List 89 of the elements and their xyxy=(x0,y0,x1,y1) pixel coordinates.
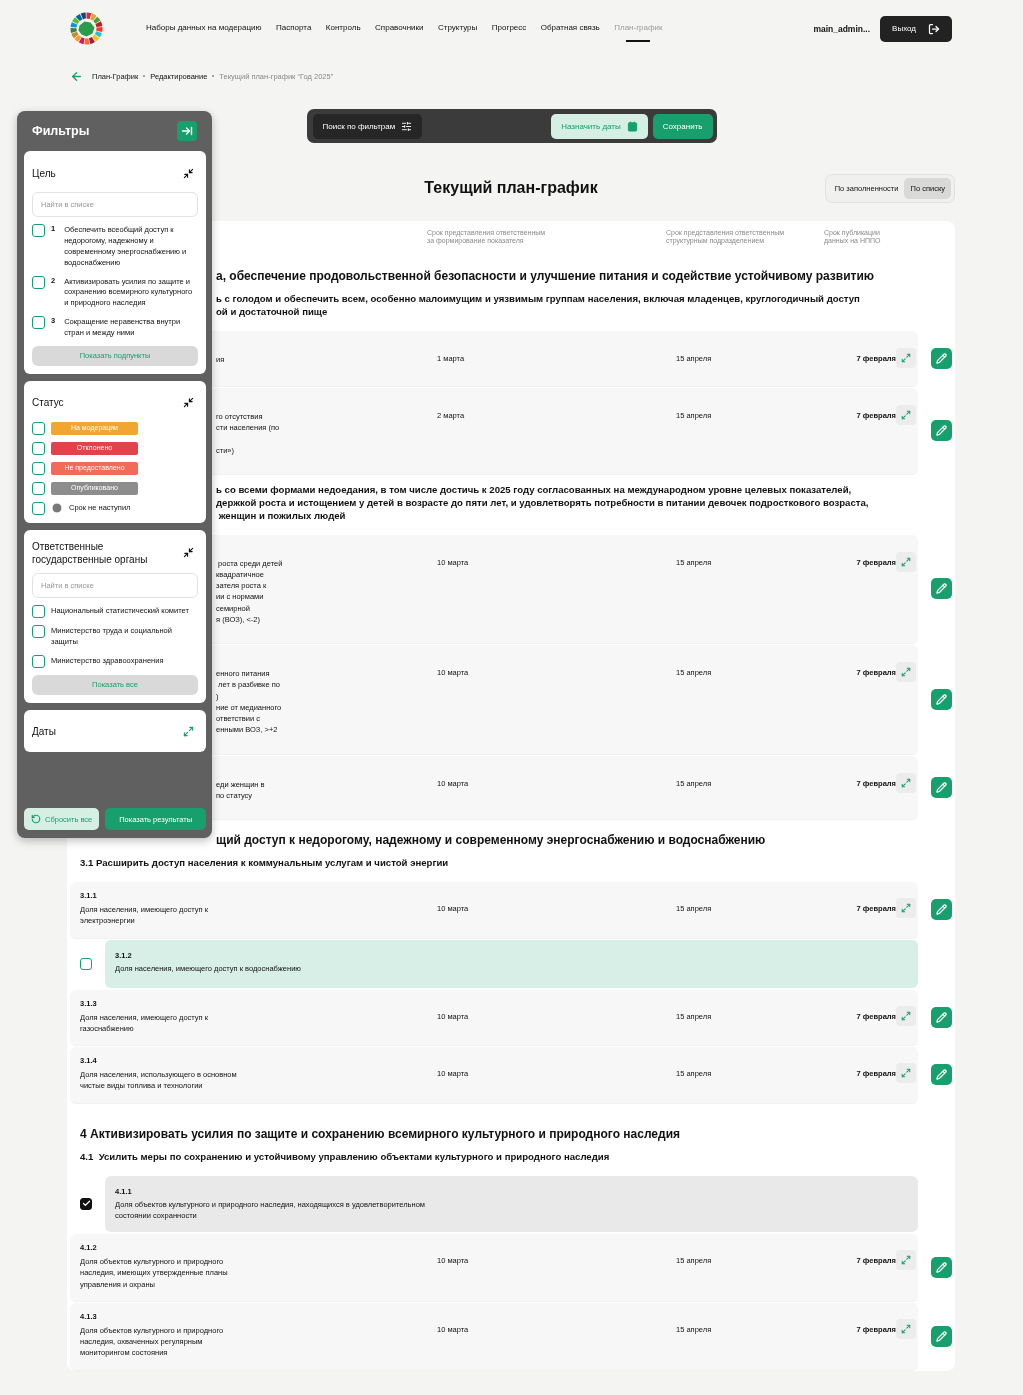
filter-search-button[interactable]: Поиск по фильтрам xyxy=(312,113,423,139)
sliders-icon xyxy=(401,120,413,132)
collapse-panel-button[interactable] xyxy=(177,121,197,141)
collapse-icon[interactable] xyxy=(183,397,194,409)
checkbox[interactable] xyxy=(32,275,45,289)
expand-button[interactable] xyxy=(896,1063,916,1084)
edit-button[interactable] xyxy=(931,347,952,369)
expand-button[interactable] xyxy=(896,1318,916,1339)
expand-icon xyxy=(901,903,911,914)
edit-button[interactable] xyxy=(931,420,952,442)
expand-icon xyxy=(901,777,911,788)
target-heading: ь с голодом и обеспечить всем, особенно малоимущим и уязвимым группам населения, включая младенцев, круглогодичный доступ ой и достаточной пище xyxy=(216,293,860,319)
checkbox[interactable] xyxy=(32,604,45,618)
goal-heading: а, обеспечение продовольственной безопасности и улучшение питания и содействие устойчивому развитию xyxy=(216,269,875,283)
checkbox[interactable] xyxy=(32,481,45,495)
expand-icon xyxy=(901,352,911,363)
checkbox[interactable] xyxy=(32,624,45,638)
checkbox[interactable] xyxy=(32,501,45,515)
expand-button[interactable] xyxy=(896,347,916,368)
checkbox[interactable] xyxy=(32,441,45,455)
filter-title: Статус xyxy=(32,396,65,410)
logout-icon xyxy=(928,22,940,35)
edit-button[interactable] xyxy=(931,899,952,921)
arrow-bar-icon xyxy=(181,125,193,137)
collapse-icon[interactable] xyxy=(183,167,194,179)
expand-icon xyxy=(901,1323,911,1334)
row-checkbox[interactable] xyxy=(80,1197,92,1210)
logo xyxy=(70,12,103,45)
edit-button[interactable] xyxy=(931,1325,952,1347)
nav-link[interactable]: Паспорта xyxy=(276,15,312,42)
expand-icon xyxy=(901,1255,911,1266)
edit-button[interactable] xyxy=(931,578,952,600)
nav-link[interactable]: Контроль xyxy=(325,15,361,42)
expand-icon xyxy=(901,1068,911,1079)
pencil-icon xyxy=(936,352,947,364)
expand-icon xyxy=(901,409,911,420)
expand-icon xyxy=(901,1010,911,1021)
goal-heading: 4 Активизировать усилия по защите и сохранению всемирного культурного и природного наследия xyxy=(80,1126,681,1141)
page-title: Текущий план-график xyxy=(424,179,598,197)
pencil-icon xyxy=(936,1261,947,1273)
expand-button[interactable] xyxy=(896,404,916,425)
nav-link[interactable]: Справочники xyxy=(375,15,424,42)
pencil-icon xyxy=(936,1011,947,1023)
filter-title: Даты xyxy=(32,725,57,739)
expand-icon xyxy=(901,556,911,567)
expand-button[interactable] xyxy=(896,772,916,793)
nav-link[interactable]: Структуры xyxy=(438,15,478,42)
pencil-icon xyxy=(936,1069,947,1081)
pencil-icon xyxy=(936,693,947,705)
nav-link[interactable]: Наборы данных на модерацию xyxy=(146,15,262,42)
checkbox[interactable] xyxy=(32,421,45,435)
reset-icon xyxy=(31,814,41,824)
nav-link[interactable]: Прогресс xyxy=(491,15,527,42)
checkbox[interactable] xyxy=(32,316,45,330)
target-heading: 4.1 Усилить меры по сохранению и устойчивому управлению объектами культурного и природного наследия xyxy=(80,1150,610,1164)
target-heading: 3.1 Расширить доступ населения к коммунальным услугам и чистой энергии xyxy=(80,857,449,871)
checkbox[interactable] xyxy=(32,461,45,475)
nav-link[interactable]: Обратная связь xyxy=(540,15,600,42)
target-heading: ь со всеми формами недоедания, в том числе достичь к 2025 году согласованных на международном уровне целевых показателей, держкой роста и истощением у детей в возрасте до пяти лет, и удовлетворять потребности в питании девочек подросткового возраста, женщин и пожилых людей xyxy=(216,483,869,523)
pencil-icon xyxy=(936,583,947,595)
expand-button[interactable] xyxy=(896,1005,916,1026)
user-name: main_admin... xyxy=(813,23,871,34)
filter-title: Ответственные государственные органы xyxy=(32,539,149,566)
expand-icon[interactable] xyxy=(183,726,194,738)
pencil-icon xyxy=(936,781,947,793)
checkbox[interactable] xyxy=(32,224,45,237)
pencil-icon xyxy=(936,425,947,437)
goal-heading: щий доступ к недорогому, надежному и современному энергоснабжению и водоснабжению xyxy=(216,833,766,848)
calendar-icon xyxy=(626,120,638,132)
edit-button[interactable] xyxy=(931,776,952,798)
panel-title: Фильтры xyxy=(32,124,90,138)
collapse-icon[interactable] xyxy=(183,547,194,559)
back-icon[interactable] xyxy=(70,69,83,83)
checkbox[interactable] xyxy=(32,654,45,668)
pencil-icon xyxy=(936,904,947,916)
row-checkbox[interactable] xyxy=(80,957,92,970)
logout-button[interactable]: Выход xyxy=(880,15,952,42)
edit-button[interactable] xyxy=(931,1256,952,1278)
expand-button[interactable] xyxy=(896,551,916,572)
filter-title: Цель xyxy=(32,166,57,180)
expand-button[interactable] xyxy=(896,898,916,919)
pencil-icon xyxy=(936,1330,947,1342)
expand-button[interactable] xyxy=(896,1250,916,1271)
expand-icon xyxy=(901,667,911,678)
edit-button[interactable] xyxy=(931,1006,952,1028)
edit-button[interactable] xyxy=(931,688,952,710)
expand-button[interactable] xyxy=(896,662,916,683)
check-icon xyxy=(81,1199,91,1209)
edit-button[interactable] xyxy=(931,1064,952,1086)
